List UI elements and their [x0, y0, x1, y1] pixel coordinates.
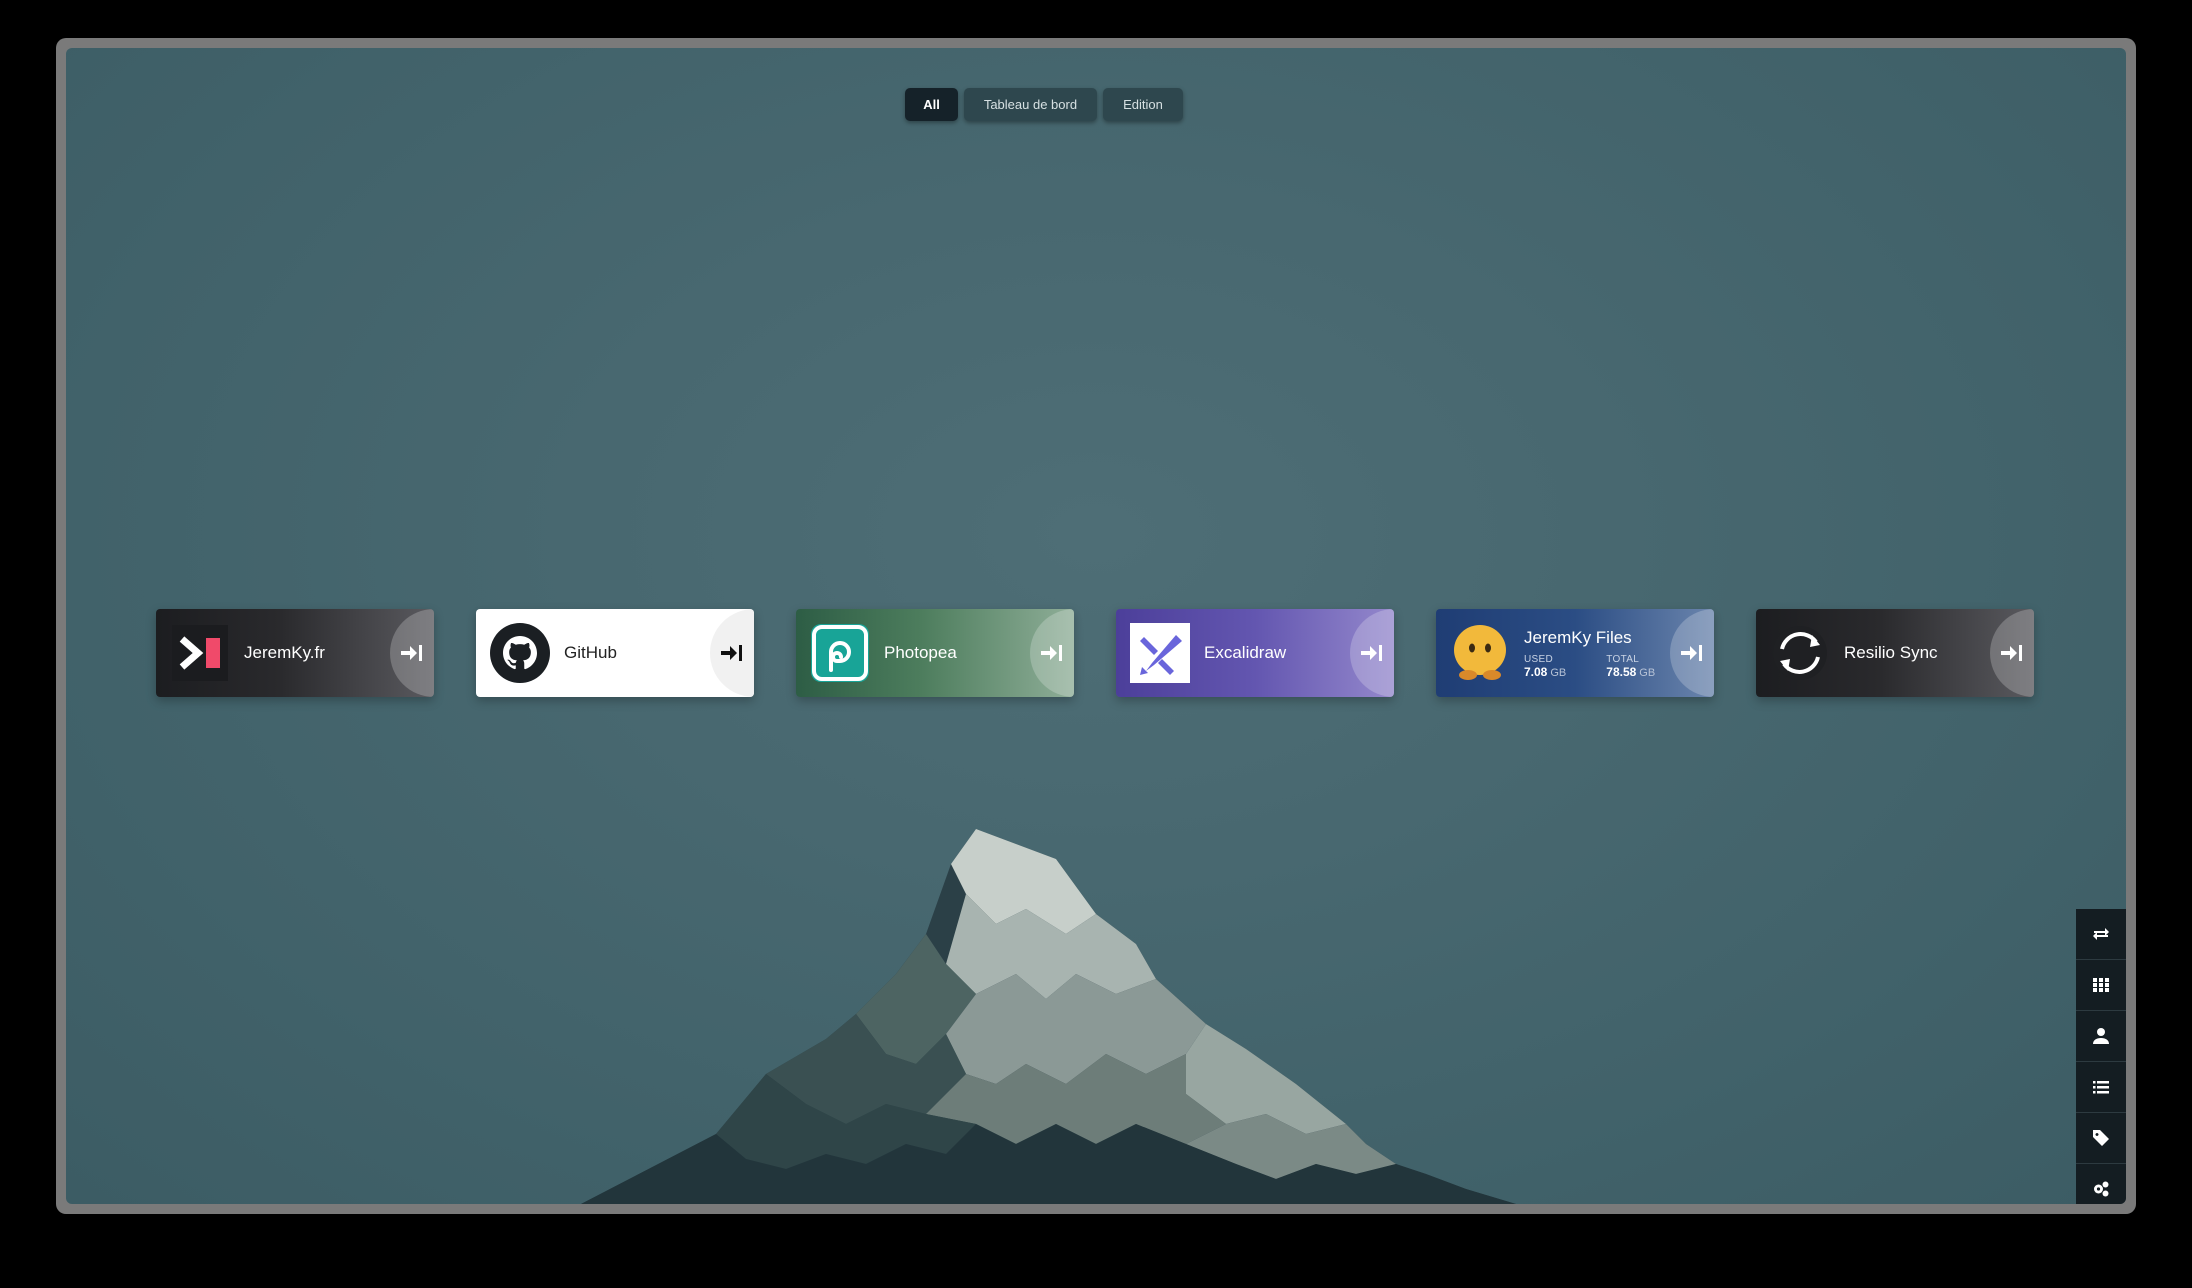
tag-edition[interactable]: Edition [1103, 88, 1183, 121]
storage-used-unit: GB [1550, 666, 1567, 679]
app-card-title: Photopea [884, 643, 957, 662]
dashboard-screen: All Tableau de bord Edition JeremKy.fr G… [66, 48, 2126, 1204]
open-link-icon[interactable] [390, 609, 434, 697]
storage-total-value: 78.58 [1606, 664, 1637, 679]
open-link-icon[interactable] [1030, 609, 1074, 697]
app-card-title: GitHub [564, 643, 617, 662]
files-face-logo-icon [1450, 623, 1510, 683]
storage-used: USED 7.08 GB [1524, 654, 1566, 679]
storage-total-unit: GB [1639, 666, 1656, 679]
grid-icon [2093, 978, 2109, 992]
storage-total: TOTAL 78.58 GB [1606, 654, 1655, 679]
settings-button[interactable] [2076, 1164, 2126, 1204]
mountain-illustration [581, 829, 1516, 1204]
github-logo-icon [490, 623, 550, 683]
switch-icon [2093, 928, 2109, 940]
photopea-logo-icon [810, 623, 870, 683]
app-window: All Tableau de bord Edition JeremKy.fr G… [56, 38, 2136, 1214]
storage-used-value: 7.08 [1524, 664, 1548, 679]
excalidraw-logo-icon [1130, 623, 1190, 683]
tag-tableau-de-bord[interactable]: Tableau de bord [963, 88, 1098, 121]
tags-button[interactable] [2076, 1113, 2126, 1164]
storage-used-label: USED [1524, 653, 1553, 665]
terminal-logo-icon [170, 623, 230, 683]
app-card-title: Excalidraw [1204, 643, 1287, 662]
tag-all[interactable]: All [905, 88, 958, 121]
grid-view-button[interactable] [2076, 960, 2126, 1011]
app-card-photopea[interactable]: Photopea [796, 609, 1074, 697]
open-link-icon[interactable] [710, 609, 754, 697]
app-card-jeremky-fr[interactable]: JeremKy.fr [156, 609, 434, 697]
list-view-button[interactable] [2076, 1062, 2126, 1113]
files-info: JeremKy Files USED 7.08 GB TOTAL 78.58 GB [1524, 628, 1655, 679]
user-icon [2093, 1028, 2109, 1044]
open-link-icon[interactable] [1670, 609, 1714, 697]
app-card-title: JeremKy Files [1524, 627, 1632, 647]
sidebar-toolbar [2076, 909, 2126, 1204]
open-link-icon[interactable] [1350, 609, 1394, 697]
resilio-sync-logo-icon [1770, 623, 1830, 683]
tag-icon [2093, 1130, 2109, 1146]
app-card-excalidraw[interactable]: Excalidraw [1116, 609, 1394, 697]
app-card-title: JeremKy.fr [244, 643, 325, 662]
app-card-jeremky-files[interactable]: JeremKy Files USED 7.08 GB TOTAL 78.58 GB [1436, 609, 1714, 697]
open-link-icon[interactable] [1990, 609, 2034, 697]
settings-icon [2094, 1181, 2109, 1197]
tag-filter-bar: All Tableau de bord Edition [66, 88, 2126, 121]
storage-total-label: TOTAL [1606, 653, 1640, 665]
switch-button[interactable] [2076, 909, 2126, 960]
app-card-resilio-sync[interactable]: Resilio Sync [1756, 609, 2034, 697]
app-card-github[interactable]: GitHub [476, 609, 754, 697]
app-card-title: Resilio Sync [1844, 643, 1938, 662]
storage-stats: USED 7.08 GB TOTAL 78.58 GB [1524, 654, 1655, 679]
user-button[interactable] [2076, 1011, 2126, 1062]
list-icon [2093, 1081, 2109, 1094]
